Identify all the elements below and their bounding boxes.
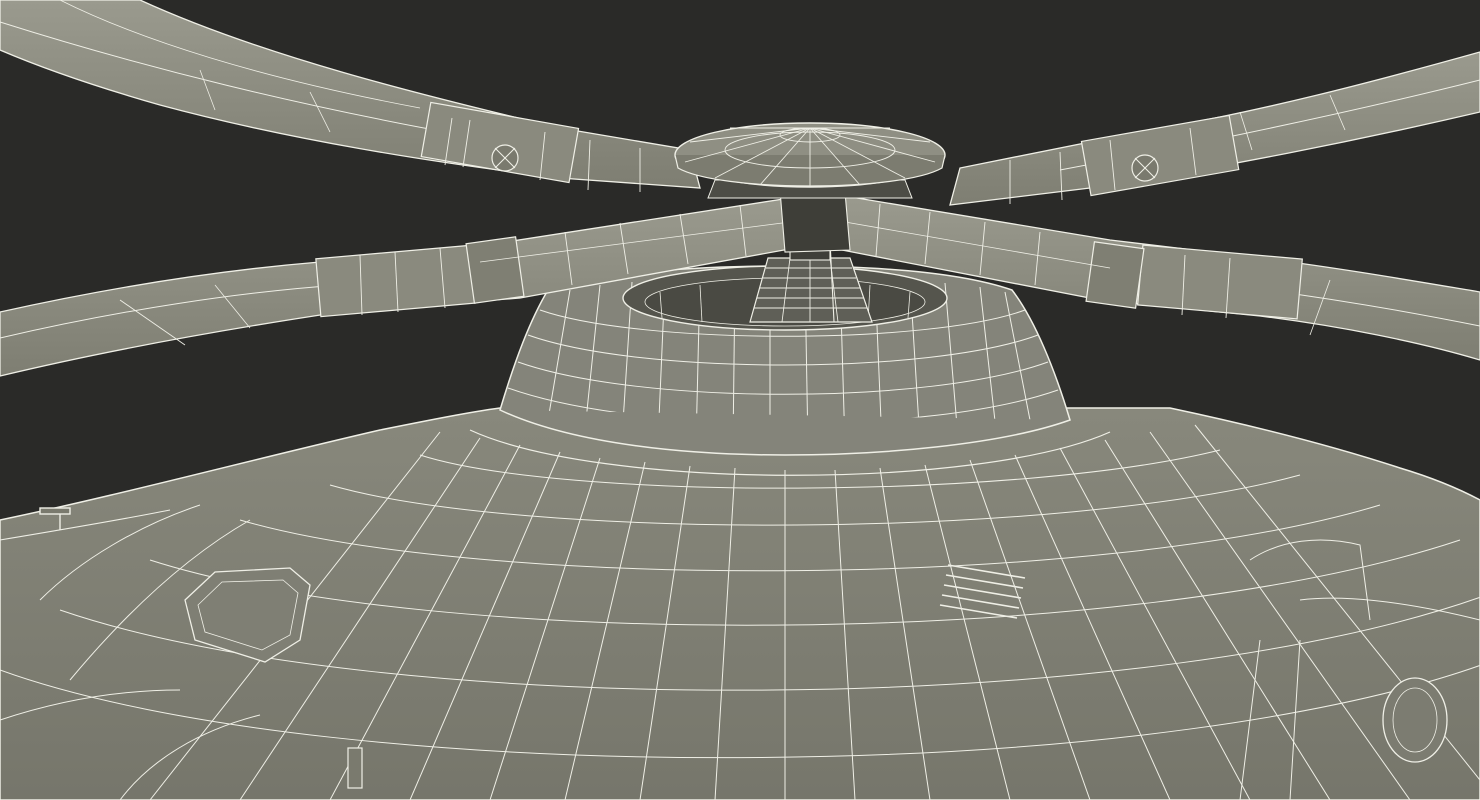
render-viewport [0, 0, 1480, 800]
wireframe-render [0, 0, 1480, 800]
roof-bracket [347, 747, 363, 789]
rotor-hub-center [779, 189, 851, 253]
rotor-hub-cap [674, 122, 946, 199]
